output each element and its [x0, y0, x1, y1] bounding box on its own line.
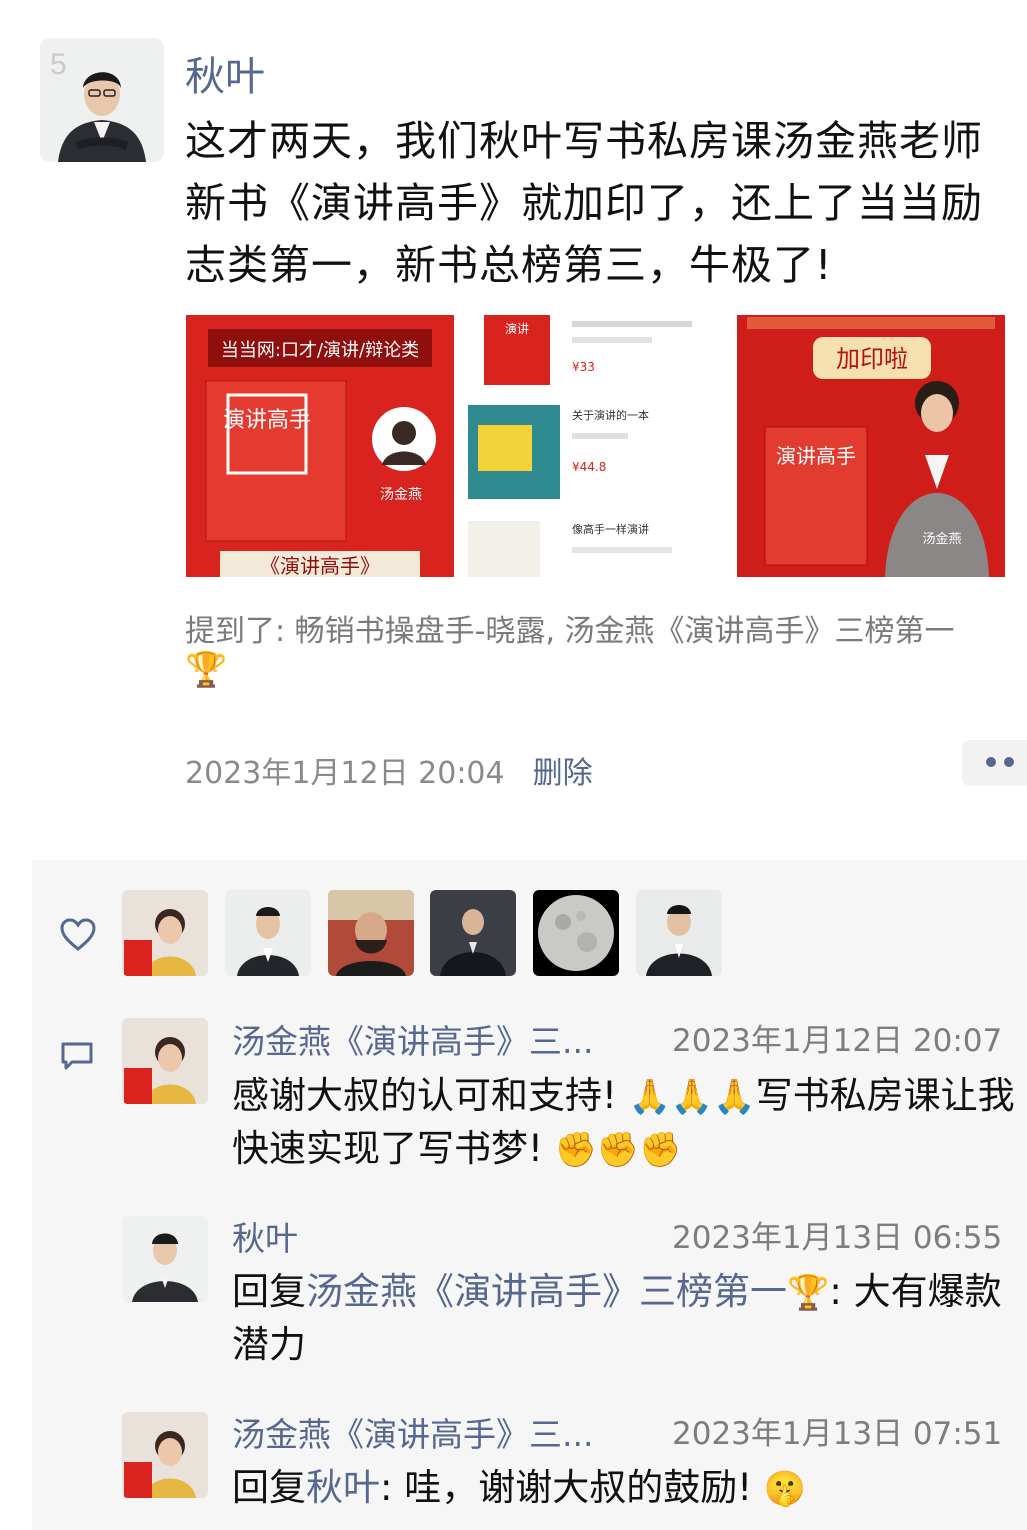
comment-author[interactable]: 秋叶 [232, 1212, 298, 1260]
image2-item2-label: 关于演讲的一本 [572, 408, 649, 422]
author-avatar[interactable]: 5 [40, 38, 164, 162]
post-author-name[interactable]: 秋叶 [185, 44, 265, 102]
pray-emoji-icon: 🙏🙏🙏 [628, 1077, 756, 1117]
reply-target[interactable]: 汤金燕《演讲高手》三榜第一 [306, 1270, 787, 1313]
liker-avatar-2[interactable] [225, 890, 311, 976]
comment-author[interactable]: 汤金燕《演讲高手》三... [232, 1015, 593, 1063]
comment-author[interactable]: 汤金燕《演讲高手》三... [232, 1408, 593, 1456]
liker-avatar-5[interactable] [533, 890, 619, 976]
comment-text: 回复秋叶: 哇，谢谢大叔的鼓励! 🤫 [232, 1462, 1027, 1515]
comment-text-part: 感谢大叔的认可和支持! [232, 1074, 629, 1117]
image1-author: 汤金燕 [380, 487, 422, 503]
image3-stamp: 加印啦 [836, 345, 908, 373]
comment-text: 回复汤金燕《演讲高手》三榜第一🏆: 大有爆款潜力 [232, 1266, 1027, 1371]
dot-icon [986, 757, 996, 767]
image2-item3-label: 像高手一样演讲 [572, 522, 649, 536]
liker-avatar-3[interactable] [328, 890, 414, 976]
reply-target[interactable]: 秋叶 [306, 1466, 380, 1509]
reply-prefix: 回复 [232, 1466, 306, 1509]
trophy-icon: 🏆 [185, 650, 228, 690]
reply-prefix: 回复 [232, 1270, 306, 1313]
post-image-1[interactable]: 当当网:口才/演讲/辩论类 演讲高手 汤金燕 《演讲高手》 [186, 315, 454, 577]
liker-avatar-4[interactable] [430, 890, 516, 976]
delete-link[interactable]: 删除 [533, 756, 593, 791]
liker-avatar-1[interactable] [122, 890, 208, 976]
heart-outline-icon [60, 918, 96, 956]
comment-time: 2023年1月12日 20:07 [672, 1023, 1003, 1059]
post-image-3[interactable]: 加印啦 演讲高手 汤金燕 [737, 315, 1005, 577]
post-text: 这才两天，我们秋叶写书私房课汤金燕老师新书《演讲高手》就加印了，还上了当当励志类… [185, 117, 983, 289]
image3-book-title: 演讲高手 [776, 444, 856, 468]
image1-caption: 《演讲高手》 [260, 554, 380, 577]
trophy-icon: 🏆 [787, 1273, 830, 1313]
post-meta: 2023年1月12日 20:04 删除 [185, 748, 593, 792]
image2-item1-price: ¥33 [572, 360, 595, 374]
fist-emoji-icon: ✊✊✊ [554, 1130, 682, 1170]
image3-author: 汤金燕 [922, 531, 961, 547]
mention-line[interactable]: 提到了: 畅销书操盘手-晓露, 汤金燕《演讲高手》三榜第一 [185, 606, 1027, 650]
more-options-button[interactable] [962, 740, 1027, 786]
image1-book-title: 演讲高手 [223, 408, 311, 433]
shush-emoji-icon: 🤫 [763, 1469, 807, 1509]
comment-avatar[interactable] [122, 1216, 208, 1302]
liker-avatar-6[interactable] [636, 890, 722, 976]
image2-item1-label: 演讲 [505, 321, 529, 336]
comment-avatar[interactable] [122, 1412, 208, 1498]
comment-text-part: : 哇，谢谢大叔的鼓励! [380, 1466, 764, 1509]
man-portrait-icon: 5 [40, 38, 164, 162]
dot-icon [1004, 757, 1014, 767]
post-image-2[interactable]: 演讲 ¥33 关于演讲的一本 ¥44.8 像高手一样演讲 [468, 315, 738, 577]
image2-item2-price: ¥44.8 [572, 460, 606, 474]
image1-banner: 当当网:口才/演讲/辩论类 [221, 340, 419, 361]
comment-time: 2023年1月13日 06:55 [672, 1220, 1003, 1256]
comment-time: 2023年1月13日 07:51 [672, 1416, 1003, 1452]
post-timestamp: 2023年1月12日 20:04 [185, 756, 505, 791]
comment-avatar[interactable] [122, 1018, 208, 1104]
avatar-badge: 5 [50, 48, 67, 81]
comment-bubble-icon [60, 1040, 94, 1076]
comment-text: 感谢大叔的认可和支持! 🙏🙏🙏写书私房课让我快速实现了写书梦! ✊✊✊ [232, 1070, 1027, 1176]
